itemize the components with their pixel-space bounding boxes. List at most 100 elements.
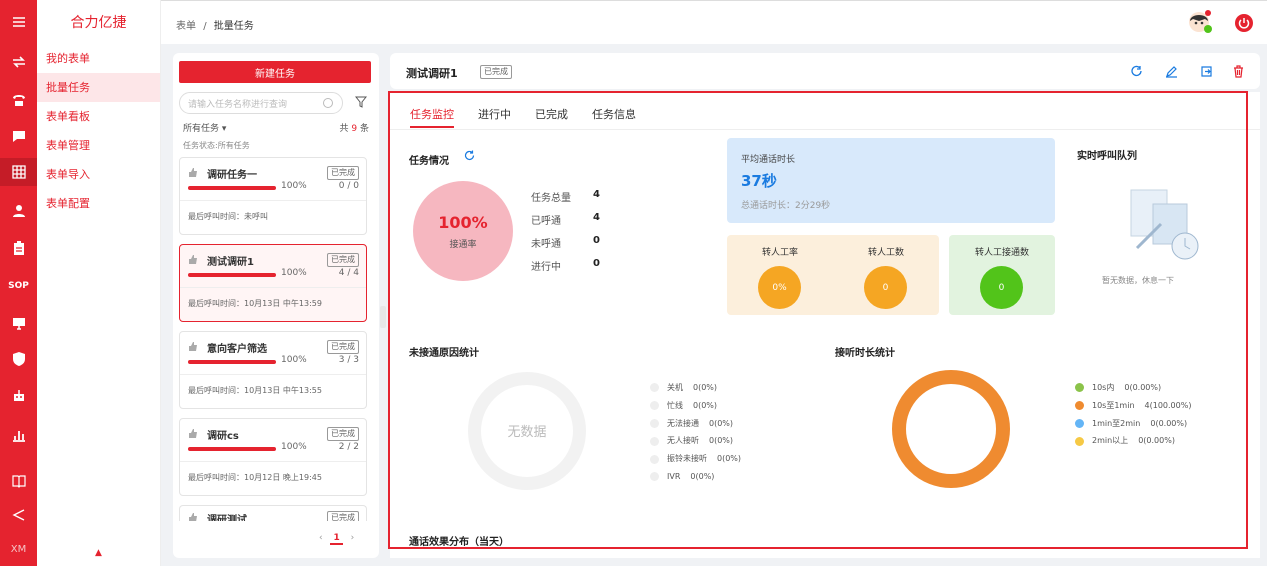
legend-item[interactable]: 10s内 0(0.00%) (1075, 379, 1191, 397)
queue-title: 实时呼叫队列 (1077, 151, 1137, 162)
menu-item-batch-tasks[interactable]: 批量任务 (37, 73, 160, 102)
pagination: ‹ 1 › (319, 533, 355, 545)
task-ratio: 0 / 0 (338, 181, 359, 191)
task-title: 意向客户筛选 (207, 344, 267, 355)
tab-task-info[interactable]: 任务信息 (592, 106, 636, 128)
prev-page-button[interactable]: ‹ (319, 533, 323, 543)
tab-divider (390, 129, 1260, 130)
task-card[interactable]: 调研cs 已完成 100% 2 / 2 最后呼叫时间：10月12日 晚上19:4… (179, 418, 367, 496)
sop-label[interactable]: SOP (0, 272, 37, 300)
breadcrumb: 表单 / 批量任务 (176, 17, 254, 32)
legend-item[interactable]: 无法接通 0(0%) (650, 415, 741, 433)
transfer-count-value: 0 (864, 266, 907, 309)
user-icon[interactable] (0, 197, 37, 225)
legend-item[interactable]: 无人接听 0(0%) (650, 432, 741, 450)
filter-icon[interactable] (355, 96, 367, 108)
grid-icon[interactable] (0, 158, 37, 186)
detail-status-badge: 已完成 (480, 65, 512, 79)
menu-toggle-icon[interactable] (0, 8, 37, 36)
tab-completed[interactable]: 已完成 (535, 106, 568, 128)
status-badge: 已完成 (327, 511, 359, 521)
legend-item[interactable]: 振铃未接听 0(0%) (650, 450, 741, 468)
power-icon[interactable] (1235, 14, 1253, 32)
legend-item[interactable]: 2min以上 0(0.00%) (1075, 432, 1191, 450)
task-card[interactable]: 调研任务一 已完成 100% 0 / 0 最后呼叫时间：未呼叫 (179, 157, 367, 235)
menu-item-form-board[interactable]: 表单看板 (37, 102, 160, 131)
task-filter-row: 所有任务 ▾ 共 9 条 (183, 121, 369, 134)
menu-item-form-manage[interactable]: 表单管理 (37, 131, 160, 160)
phone-icon[interactable] (0, 86, 37, 114)
current-page[interactable]: 1 (330, 533, 343, 545)
connect-rate-label: 接通率 (449, 240, 477, 250)
task-filter-dropdown[interactable]: 所有任务 ▾ (183, 124, 226, 134)
task-title: 调研cs (207, 431, 239, 442)
last-call-time: 最后呼叫时间：10月13日 中午13:59 (188, 299, 322, 308)
status-badge: 已完成 (327, 253, 359, 267)
unanswered-title: 未接通原因统计 (409, 348, 479, 359)
edit-icon[interactable] (1165, 65, 1178, 78)
detail-tabs: 任务监控 进行中 已完成 任务信息 (410, 106, 636, 128)
transfer-rate-label: 转人工率 (761, 248, 798, 258)
legend-item[interactable]: 关机 0(0%) (650, 379, 741, 397)
avg-call-value: 37秒 (741, 172, 777, 190)
task-status-line: 任务状态:所有任务 (183, 141, 250, 150)
transfer-icon[interactable] (0, 48, 37, 76)
legend-item[interactable]: 1min至2min 0(0.00%) (1075, 415, 1191, 433)
card-divider (180, 461, 366, 462)
legend-item[interactable]: 10s至1min 4(100.00%) (1075, 397, 1191, 415)
refresh-icon[interactable] (1130, 65, 1143, 78)
search-placeholder: 请输入任务名称进行查询 (188, 99, 288, 110)
task-search-input[interactable]: 请输入任务名称进行查询 (179, 92, 343, 114)
clipboard-icon[interactable] (0, 234, 37, 262)
task-title: 调研任务一 (207, 170, 257, 181)
panel-splitter[interactable] (380, 306, 386, 328)
tab-monitor[interactable]: 任务监控 (410, 106, 454, 128)
breadcrumb-current: 批量任务 (213, 21, 254, 32)
menu-item-form-config[interactable]: 表单配置 (37, 189, 160, 218)
export-icon[interactable] (1200, 65, 1213, 78)
task-ratio: 3 / 3 (338, 355, 359, 365)
chat-icon[interactable] (0, 122, 37, 150)
queue-empty-note: 暂无数据，休息一下 (1102, 276, 1174, 285)
collapse-caret-icon[interactable]: ▲ (95, 548, 102, 558)
task-ratio: 4 / 4 (338, 268, 359, 278)
announce-icon[interactable] (0, 501, 37, 529)
task-list-panel: 新建任务 请输入任务名称进行查询 所有任务 ▾ 共 9 条 任务状态:所有任务 … (173, 53, 379, 558)
new-task-button[interactable]: 新建任务 (179, 61, 371, 83)
legend-item[interactable]: IVR 0(0%) (650, 468, 741, 486)
delete-icon[interactable] (1232, 65, 1245, 78)
tab-in-progress[interactable]: 进行中 (478, 106, 511, 128)
next-page-button[interactable]: › (351, 533, 355, 543)
shield-icon[interactable] (0, 345, 37, 373)
duration-title: 接听时长统计 (835, 348, 895, 359)
menu-item-my-forms[interactable]: 我的表单 (37, 44, 160, 73)
book-icon[interactable] (0, 467, 37, 495)
unanswered-empty-donut: 无数据 (468, 372, 586, 490)
unanswered-legend: 关机 0(0%) 忙线 0(0%) 无法接通 0(0%) 无人接听 0(0%) 振铃未接… (650, 379, 741, 486)
transfer-connected-label: 转人工接通数 (974, 248, 1029, 258)
transfer-count-label: 转人工数 (867, 248, 904, 258)
robot-icon[interactable] (0, 382, 37, 410)
stat-called: 已呼通 4 (531, 212, 600, 227)
task-progress-bar (188, 273, 276, 277)
legend-item[interactable]: 忙线 0(0%) (650, 397, 741, 415)
refresh-icon[interactable] (464, 150, 475, 161)
task-percent: 100% (281, 355, 307, 365)
search-icon[interactable] (323, 98, 333, 108)
duration-donut (892, 370, 1010, 488)
hand-icon (189, 429, 197, 438)
breadcrumb-parent[interactable]: 表单 (176, 21, 196, 32)
avatar[interactable] (1188, 10, 1212, 34)
task-percent: 100% (281, 268, 307, 278)
breadcrumb-separator: / (203, 21, 207, 32)
monitor-icon[interactable] (0, 309, 37, 337)
task-card[interactable]: 测试调研1 已完成 100% 4 / 4 最后呼叫时间：10月13日 中午13:… (179, 244, 367, 322)
hand-icon (189, 513, 197, 521)
duration-legend: 10s内 0(0.00%) 10s至1min 4(100.00%) 1min至2mi… (1075, 379, 1191, 450)
user-initials[interactable]: XM (0, 535, 37, 563)
task-card[interactable]: 调研测试 已完成 (179, 505, 367, 521)
bar-chart-icon[interactable] (0, 421, 37, 449)
menu-item-form-import[interactable]: 表单导入 (37, 160, 160, 189)
task-card[interactable]: 意向客户筛选 已完成 100% 3 / 3 最后呼叫时间：10月13日 中午13… (179, 331, 367, 409)
avg-call-card: 平均通话时长 37秒 总通话时长：2分29秒 (727, 138, 1055, 223)
